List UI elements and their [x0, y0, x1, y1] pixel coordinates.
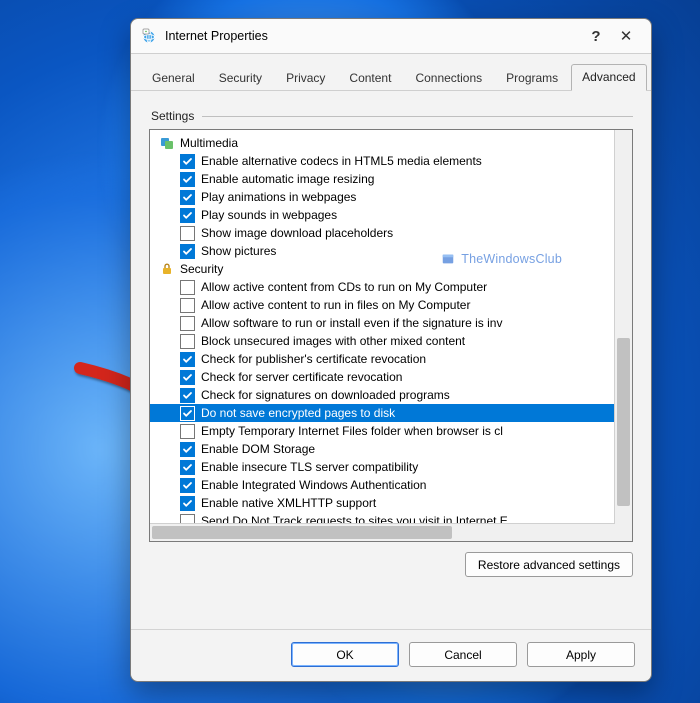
- scroll-thumb[interactable]: [617, 338, 630, 506]
- checkbox[interactable]: [180, 352, 195, 367]
- setting-row[interactable]: Play animations in webpages: [150, 188, 632, 206]
- internet-properties-dialog: Internet Properties ? ✕ GeneralSecurityP…: [130, 18, 652, 682]
- checkbox[interactable]: [180, 460, 195, 475]
- setting-label: Check for signatures on downloaded progr…: [201, 386, 450, 404]
- setting-label: Allow active content to run in files on …: [201, 296, 470, 314]
- setting-row[interactable]: Enable DOM Storage: [150, 440, 632, 458]
- category-multimedia[interactable]: Multimedia: [150, 134, 632, 152]
- setting-label: Check for publisher's certificate revoca…: [201, 350, 426, 368]
- setting-label: Enable DOM Storage: [201, 440, 315, 458]
- setting-label: Show image download placeholders: [201, 224, 393, 242]
- scroll-thumb[interactable]: [152, 526, 452, 539]
- setting-row[interactable]: Show image download placeholders: [150, 224, 632, 242]
- setting-row[interactable]: Play sounds in webpages: [150, 206, 632, 224]
- restore-advanced-settings-button[interactable]: Restore advanced settings: [465, 552, 633, 577]
- close-icon: ✕: [620, 27, 633, 45]
- setting-label: Block unsecured images with other mixed …: [201, 332, 465, 350]
- checkbox[interactable]: [180, 280, 195, 295]
- tab-general[interactable]: General: [141, 65, 206, 91]
- tab-panel-advanced: Settings MultimediaEnable alternative co…: [131, 91, 651, 587]
- setting-label: Allow software to run or install even if…: [201, 314, 502, 332]
- setting-label: Show pictures: [201, 242, 276, 260]
- checkbox[interactable]: [180, 334, 195, 349]
- checkbox[interactable]: [180, 208, 195, 223]
- setting-label: Play animations in webpages: [201, 188, 356, 206]
- tab-strip: GeneralSecurityPrivacyContentConnections…: [131, 54, 651, 91]
- checkbox[interactable]: [180, 406, 195, 421]
- close-button[interactable]: ✕: [611, 21, 641, 51]
- setting-row[interactable]: Enable native XMLHTTP support: [150, 494, 632, 512]
- setting-row[interactable]: Check for server certificate revocation: [150, 368, 632, 386]
- horizontal-scrollbar[interactable]: [150, 523, 615, 541]
- setting-label: Enable alternative codecs in HTML5 media…: [201, 152, 482, 170]
- checkbox[interactable]: [180, 172, 195, 187]
- setting-row[interactable]: Enable automatic image resizing: [150, 170, 632, 188]
- setting-row[interactable]: Enable Integrated Windows Authentication: [150, 476, 632, 494]
- setting-label: Enable native XMLHTTP support: [201, 494, 376, 512]
- setting-label: Check for server certificate revocation: [201, 368, 402, 386]
- scroll-corner: [615, 524, 632, 541]
- tab-advanced[interactable]: Advanced: [571, 64, 646, 91]
- help-button[interactable]: ?: [581, 21, 611, 51]
- checkbox[interactable]: [180, 226, 195, 241]
- checkbox[interactable]: [180, 244, 195, 259]
- tab-programs[interactable]: Programs: [495, 65, 569, 91]
- setting-row[interactable]: Allow software to run or install even if…: [150, 314, 632, 332]
- setting-row[interactable]: Allow active content to run in files on …: [150, 296, 632, 314]
- tab-privacy[interactable]: Privacy: [275, 65, 336, 91]
- checkbox[interactable]: [180, 442, 195, 457]
- setting-row[interactable]: Enable insecure TLS server compatibility: [150, 458, 632, 476]
- desktop-background: Internet Properties ? ✕ GeneralSecurityP…: [0, 0, 700, 703]
- dialog-title: Internet Properties: [165, 29, 581, 43]
- group-rule: [202, 116, 633, 117]
- setting-row[interactable]: Check for publisher's certificate revoca…: [150, 350, 632, 368]
- setting-label: Enable Integrated Windows Authentication: [201, 476, 426, 494]
- tab-content[interactable]: Content: [338, 65, 402, 91]
- security-lock-icon: [160, 262, 174, 276]
- setting-row[interactable]: Block unsecured images with other mixed …: [150, 332, 632, 350]
- settings-tree[interactable]: MultimediaEnable alternative codecs in H…: [149, 129, 633, 542]
- setting-row[interactable]: Empty Temporary Internet Files folder wh…: [150, 422, 632, 440]
- multimedia-icon: [160, 136, 174, 150]
- tab-connections[interactable]: Connections: [404, 65, 493, 91]
- checkbox[interactable]: [180, 154, 195, 169]
- setting-label: Enable automatic image resizing: [201, 170, 374, 188]
- vertical-scrollbar[interactable]: [614, 130, 632, 524]
- titlebar[interactable]: Internet Properties ? ✕: [131, 19, 651, 54]
- dialog-footer: OK Cancel Apply: [131, 629, 651, 681]
- checkbox[interactable]: [180, 316, 195, 331]
- setting-label: Allow active content from CDs to run on …: [201, 278, 487, 296]
- tab-security[interactable]: Security: [208, 65, 273, 91]
- checkbox[interactable]: [180, 190, 195, 205]
- setting-label: Do not save encrypted pages to disk: [201, 404, 395, 422]
- setting-row[interactable]: Do not save encrypted pages to disk: [150, 404, 632, 422]
- ok-button[interactable]: OK: [291, 642, 399, 667]
- apply-button[interactable]: Apply: [527, 642, 635, 667]
- setting-row[interactable]: Enable alternative codecs in HTML5 media…: [150, 152, 632, 170]
- setting-label: Play sounds in webpages: [201, 206, 337, 224]
- category-security[interactable]: Security: [150, 260, 632, 278]
- checkbox[interactable]: [180, 478, 195, 493]
- setting-label: Enable insecure TLS server compatibility: [201, 458, 418, 476]
- setting-row[interactable]: Check for signatures on downloaded progr…: [150, 386, 632, 404]
- setting-label: Empty Temporary Internet Files folder wh…: [201, 422, 503, 440]
- checkbox[interactable]: [180, 496, 195, 511]
- checkbox[interactable]: [180, 388, 195, 403]
- internet-options-icon: [141, 28, 157, 44]
- setting-row[interactable]: Show pictures: [150, 242, 632, 260]
- settings-group-label: Settings: [151, 109, 633, 123]
- checkbox[interactable]: [180, 424, 195, 439]
- checkbox[interactable]: [180, 370, 195, 385]
- setting-row[interactable]: Allow active content from CDs to run on …: [150, 278, 632, 296]
- checkbox[interactable]: [180, 298, 195, 313]
- cancel-button[interactable]: Cancel: [409, 642, 517, 667]
